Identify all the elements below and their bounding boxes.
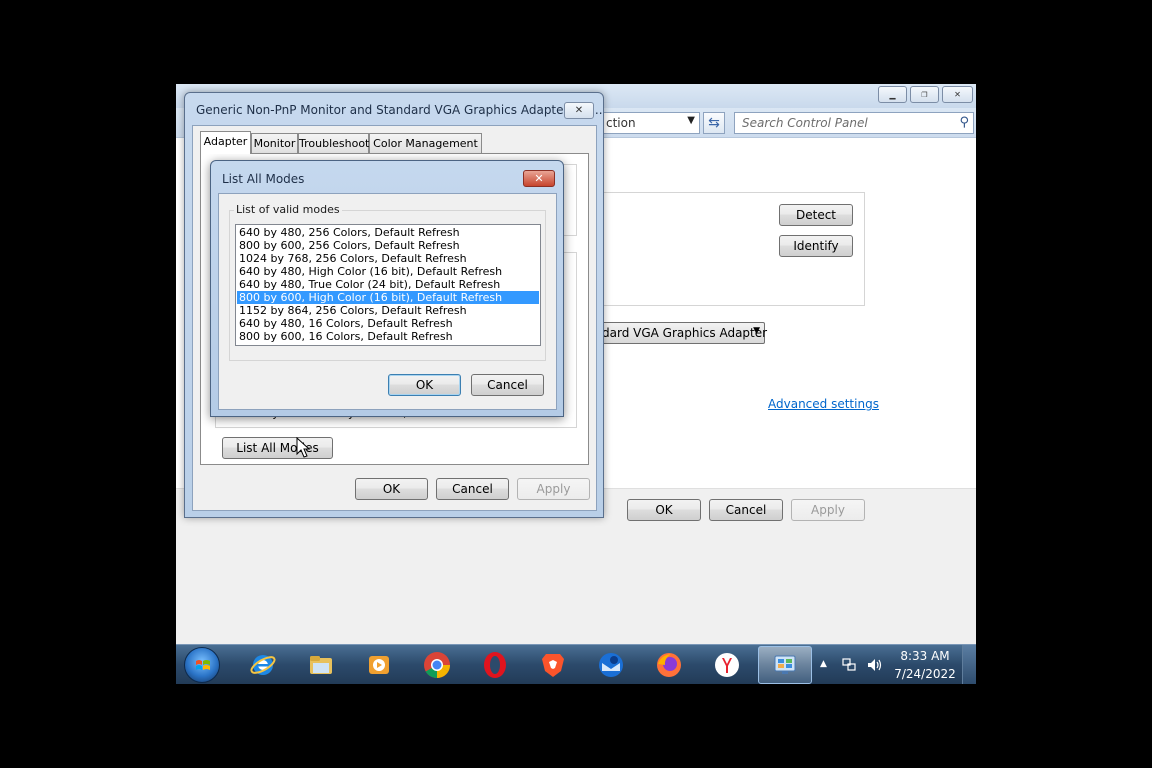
properties-ok-button[interactable]: OK [355, 478, 428, 500]
mode-list-item[interactable]: 1024 by 768, 256 Colors, Default Refresh [237, 252, 539, 265]
valid-modes-label: List of valid modes [234, 203, 342, 216]
tab-monitor[interactable]: Monitor [251, 133, 298, 153]
show-desktop-button[interactable] [962, 645, 976, 684]
taskbar-media-player[interactable] [352, 647, 406, 683]
start-button[interactable] [184, 647, 220, 683]
modes-cancel-button[interactable]: Cancel [471, 374, 544, 396]
brave-icon [542, 654, 564, 677]
taskbar: ▲ 8:33 AM 7/24/2022 [176, 644, 976, 684]
mode-list-item[interactable]: 640 by 480, High Color (16 bit), Default… [237, 265, 539, 278]
adapter-dropdown[interactable]: dard VGA Graphics Adapter ▼ [600, 322, 768, 344]
dialog-title: List All Modes [222, 172, 305, 186]
clock-date[interactable]: 7/24/2022 [893, 667, 957, 681]
tab-color-management[interactable]: Color Management [369, 133, 482, 153]
taskbar-control-panel[interactable] [758, 646, 812, 684]
taskbar-yandex[interactable] [700, 647, 754, 683]
restore-button[interactable]: ❐ [910, 86, 939, 103]
control-panel-icon [774, 655, 796, 674]
taskbar-chrome[interactable] [410, 647, 464, 683]
firefox-icon [657, 653, 681, 677]
mode-list-item[interactable]: 640 by 480, True Color (24 bit), Default… [237, 278, 539, 291]
mode-list-item[interactable]: 640 by 480, 16 Colors, Default Refresh [237, 317, 539, 330]
taskbar-internet-explorer[interactable] [236, 647, 290, 683]
mode-list-item[interactable]: 800 by 600, 16 Colors, Default Refresh [237, 330, 539, 343]
folder-icon [310, 656, 332, 674]
tab-troubleshoot[interactable]: Troubleshoot [298, 133, 369, 153]
list-all-modes-button[interactable]: List All Modes [222, 437, 333, 459]
taskbar-brave[interactable] [526, 647, 580, 683]
cp-ok-button[interactable]: OK [627, 499, 701, 521]
monitor-properties-window: Generic Non-PnP Monitor and Standard VGA… [184, 92, 604, 518]
advanced-settings-link[interactable]: Advanced settings [768, 397, 879, 411]
detect-button[interactable]: Detect [779, 204, 853, 226]
taskbar-firefox[interactable] [642, 647, 696, 683]
minimize-button[interactable]: ▁ [878, 86, 907, 103]
taskbar-windows-explorer[interactable] [294, 647, 348, 683]
mouse-pointer-icon [296, 437, 311, 458]
address-bar[interactable]: ction ▼ [604, 112, 700, 134]
adapter-dropdown-value: dard VGA Graphics Adapter [602, 326, 768, 340]
properties-apply-button[interactable]: Apply [517, 478, 590, 500]
mode-list-item[interactable]: 640 by 480, 256 Colors, Default Refresh [237, 226, 539, 239]
opera-icon [484, 652, 506, 678]
internet-explorer-icon [250, 655, 276, 675]
modes-ok-button[interactable]: OK [388, 374, 461, 396]
cp-apply-button[interactable]: Apply [791, 499, 865, 521]
chrome-icon [424, 652, 451, 679]
cp-cancel-button[interactable]: Cancel [709, 499, 783, 521]
list-all-modes-dialog: List All Modes ✕ 640 by 480, 256 Colors,… [210, 160, 564, 417]
window-title: Generic Non-PnP Monitor and Standard VGA… [196, 103, 603, 117]
search-icon[interactable]: ⚲ [959, 115, 969, 130]
search-input[interactable]: Search Control Panel ⚲ [734, 112, 974, 134]
network-icon[interactable] [841, 657, 857, 673]
close-button[interactable]: ✕ [523, 170, 555, 187]
address-text: ction [606, 116, 636, 130]
dialog-client-area: 640 by 480, 256 Colors, Default Refresh 8… [218, 193, 557, 410]
mode-list-item[interactable]: 1152 by 864, 256 Colors, Default Refresh [237, 304, 539, 317]
refresh-icon[interactable]: ⇆ [703, 112, 725, 134]
yandex-icon [715, 653, 739, 677]
identify-button[interactable]: Identify [779, 235, 853, 257]
show-hidden-icons-icon[interactable]: ▲ [820, 659, 827, 669]
taskbar-opera[interactable] [468, 647, 522, 683]
clock-time[interactable]: 8:33 AM [898, 649, 952, 663]
properties-cancel-button[interactable]: Cancel [436, 478, 509, 500]
chevron-down-icon[interactable]: ▼ [687, 115, 695, 126]
thunderbird-icon [599, 653, 623, 677]
mode-list-item[interactable]: 800 by 600, 256 Colors, Default Refresh [237, 239, 539, 252]
valid-modes-group: 640 by 480, 256 Colors, Default Refresh 8… [229, 210, 546, 361]
volume-icon[interactable] [866, 657, 884, 673]
media-player-icon [369, 656, 389, 674]
mode-list-item[interactable]: 800 by 600, High Color (16 bit), Default… [237, 291, 539, 304]
close-button[interactable]: ✕ [942, 86, 973, 103]
taskbar-thunderbird[interactable] [584, 647, 638, 683]
tab-adapter[interactable]: Adapter [200, 131, 251, 154]
windows-logo-icon [196, 660, 210, 670]
close-button[interactable]: ✕ [564, 102, 594, 119]
search-placeholder: Search Control Panel [742, 116, 868, 130]
desktop-screen: ▁ ❐ ✕ ction ▼ ⇆ Search Control Panel ⚲ D… [176, 84, 976, 684]
modes-listbox[interactable]: 640 by 480, 256 Colors, Default Refresh 8… [235, 224, 541, 346]
chevron-down-icon: ▼ [753, 326, 760, 336]
